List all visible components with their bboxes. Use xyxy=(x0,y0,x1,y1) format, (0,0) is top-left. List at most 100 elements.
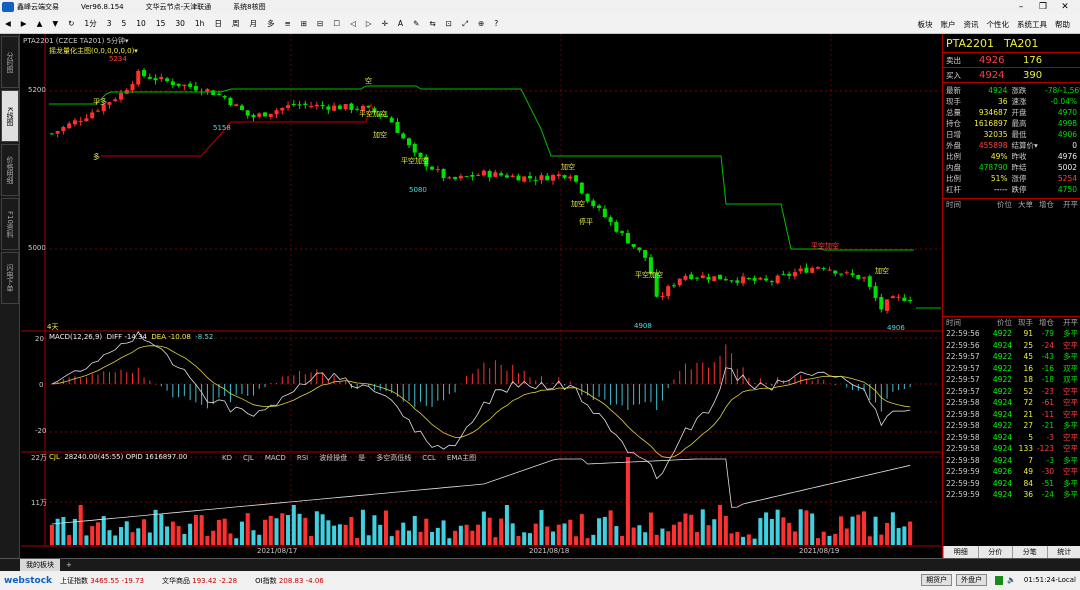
left-tab-0[interactable]: 分时图 xyxy=(1,36,19,88)
chart-symbol-header[interactable]: PTA2201 (CZCE TA201) 5分钟▾ xyxy=(23,36,129,46)
kline-chart-svg[interactable] xyxy=(21,34,941,558)
indicator-tab-5[interactable]: 是 xyxy=(358,454,365,462)
toolbar-button-28[interactable]: ⊕ xyxy=(473,19,489,28)
candle-body xyxy=(470,175,475,177)
quote-tab-0[interactable]: 明细 xyxy=(943,546,978,558)
indicator-tab-1[interactable]: CJL xyxy=(243,454,254,462)
menu-item-5[interactable]: 帮助 xyxy=(1051,19,1074,30)
quote-tab-1[interactable]: 分价 xyxy=(977,546,1013,558)
toolbar-button-8[interactable]: 10 xyxy=(131,19,151,28)
tick-row[interactable]: 22:59:58 4924 5 -3 空平 xyxy=(943,432,1080,444)
toolbar-button-29[interactable]: ? xyxy=(489,19,503,28)
minimize-icon[interactable]: – xyxy=(1010,2,1032,12)
tick-row[interactable]: 22:59:58 4924 7 -3 多平 xyxy=(943,455,1080,467)
chart-area[interactable]: PTA2201 (CZCE TA201) 5分钟▾ 摇龙量化主图(0,0,0,0… xyxy=(21,34,941,558)
indicator-tab-4[interactable]: 波段操盘 xyxy=(319,454,347,462)
add-tab-button[interactable]: + xyxy=(66,561,72,569)
toolbar-button-12[interactable]: 日 xyxy=(209,18,227,29)
tick-row[interactable]: 22:59:59 4924 36 -24 多平 xyxy=(943,489,1080,501)
tick-list[interactable]: 22:59:56 4922 91 -79 多平 22:59:56 4924 25 -24 空平 22… xyxy=(943,328,1080,501)
index-1[interactable]: 文华商品 193.42 -2.28 xyxy=(162,576,237,586)
tick-row[interactable]: 22:59:57 4922 45 -43 多平 xyxy=(943,351,1080,363)
toolbar-button-5[interactable]: 1分 xyxy=(79,18,101,29)
volume-bar xyxy=(107,530,112,545)
toolbar-button-24[interactable]: ✎ xyxy=(408,19,424,28)
left-tab-1[interactable]: K线图 xyxy=(1,90,19,142)
toolbar-button-20[interactable]: ◁ xyxy=(345,19,361,28)
toolbar-button-14[interactable]: 月 xyxy=(244,18,262,29)
volume-icon[interactable]: 🔈 xyxy=(1007,576,1016,584)
tab-my-sector[interactable]: 我的板块 xyxy=(20,559,60,571)
account-button-1[interactable]: 外盘户 xyxy=(956,574,988,586)
toolbar-button-17[interactable]: ⊞ xyxy=(296,19,312,28)
indicator-tab-0[interactable]: KD xyxy=(222,454,232,462)
buy-row[interactable]: 买入 4924 390 xyxy=(943,68,1080,83)
quote-tab-3[interactable]: 统计 xyxy=(1046,546,1080,558)
toolbar-button-13[interactable]: 周 xyxy=(227,18,245,29)
server-node[interactable]: 文华云节点-天津联通 xyxy=(146,2,212,12)
volume-bar xyxy=(130,532,135,545)
toolbar-button-18[interactable]: ⊟ xyxy=(312,19,328,28)
macd-label[interactable]: MACD(12,26,9) xyxy=(49,333,102,341)
quote-value: 0 xyxy=(1072,141,1077,150)
toolbar-button-15[interactable]: 多 xyxy=(262,18,280,29)
tick-row[interactable]: 22:59:58 4924 21 -11 空平 xyxy=(943,409,1080,421)
candle-body xyxy=(608,217,613,223)
toolbar-button-6[interactable]: 3 xyxy=(102,19,117,28)
toolbar-button-10[interactable]: 30 xyxy=(170,19,190,28)
indicator-tab-8[interactable]: EMA主图 xyxy=(447,454,476,462)
quote-row-5: 外盘 455898 结算价▾ 0 xyxy=(943,140,1080,151)
toolbar-button-23[interactable]: A xyxy=(393,19,408,28)
tick-row[interactable]: 22:59:56 4924 25 -24 空平 xyxy=(943,340,1080,352)
left-tab-3[interactable]: F10资料 xyxy=(1,198,19,250)
close-icon[interactable]: ✕ xyxy=(1054,2,1076,12)
menu-item-2[interactable]: 资讯 xyxy=(960,19,983,30)
toolbar-button-9[interactable]: 15 xyxy=(151,19,171,28)
toolbar-button-27[interactable]: ⤢ xyxy=(457,19,473,29)
tick-row[interactable]: 22:59:56 4922 91 -79 多平 xyxy=(943,328,1080,340)
toolbar-button-1[interactable]: ▶ xyxy=(16,19,32,28)
restore-icon[interactable]: ❐ xyxy=(1032,2,1054,12)
tick-row[interactable]: 22:59:57 4922 16 -16 双平 xyxy=(943,363,1080,375)
menu-item-0[interactable]: 板块 xyxy=(914,19,937,30)
left-tab-2[interactable]: 价格明细 xyxy=(1,144,19,196)
toolbar-button-21[interactable]: ▷ xyxy=(361,19,377,28)
index-0[interactable]: 上证指数 3465.55 -19.73 xyxy=(60,576,144,586)
tick-row[interactable]: 22:59:58 4922 27 -21 多平 xyxy=(943,420,1080,432)
toolbar-button-26[interactable]: ⊡ xyxy=(441,19,457,28)
tick-row[interactable]: 22:59:59 4926 49 -30 空平 xyxy=(943,466,1080,478)
volume-label[interactable]: CJL xyxy=(49,453,60,461)
indicator-tab-3[interactable]: RSI xyxy=(297,454,308,462)
tick-row[interactable]: 22:59:58 4924 72 -61 空平 xyxy=(943,397,1080,409)
tick-row[interactable]: 22:59:59 4924 84 -51 多平 xyxy=(943,478,1080,490)
indicator-tab-6[interactable]: 多空高低线 xyxy=(376,454,411,462)
indicator-tab-2[interactable]: MACD xyxy=(265,454,286,462)
toolbar-button-19[interactable]: ☐ xyxy=(328,19,345,28)
toolbar-button-16[interactable]: ≡ xyxy=(279,19,295,28)
volume-bar xyxy=(556,524,561,545)
indicator-tab-7[interactable]: CCL xyxy=(422,454,436,462)
toolbar-button-11[interactable]: 1h xyxy=(190,19,210,28)
toolbar-button-25[interactable]: ⇆ xyxy=(424,19,440,28)
toolbar-button-0[interactable]: ◀ xyxy=(0,19,16,28)
volume-bar xyxy=(608,510,613,545)
index-2[interactable]: OI指数 208.83 -4.06 xyxy=(255,576,324,586)
tick-row[interactable]: 22:59:57 4922 52 -23 空平 xyxy=(943,386,1080,398)
menu-item-3[interactable]: 个性化 xyxy=(983,19,1014,30)
left-tab-4[interactable]: 闪电下单 xyxy=(1,252,19,304)
account-button-0[interactable]: 期货户 xyxy=(921,574,953,586)
toolbar-button-7[interactable]: 5 xyxy=(116,19,131,28)
tick-row[interactable]: 22:59:58 4924 133 -123 空平 xyxy=(943,443,1080,455)
toolbar-button-3[interactable]: ▼ xyxy=(47,19,63,28)
toolbar-button-22[interactable]: ✛ xyxy=(377,19,393,28)
volume-bar xyxy=(579,514,584,545)
tick-row[interactable]: 22:59:57 4922 18 -18 双平 xyxy=(943,374,1080,386)
volume-bar xyxy=(625,457,630,545)
signal-label-6: 加空 xyxy=(561,163,575,171)
toolbar-button-2[interactable]: ▲ xyxy=(32,19,48,28)
menu-item-4[interactable]: 系统工具 xyxy=(1013,19,1051,30)
quote-tab-2[interactable]: 分笔 xyxy=(1012,546,1047,558)
toolbar-button-4[interactable]: ↻ xyxy=(63,19,79,28)
menu-item-1[interactable]: 账户 xyxy=(937,19,960,30)
sell-row[interactable]: 卖出 4926 176 xyxy=(943,53,1080,68)
